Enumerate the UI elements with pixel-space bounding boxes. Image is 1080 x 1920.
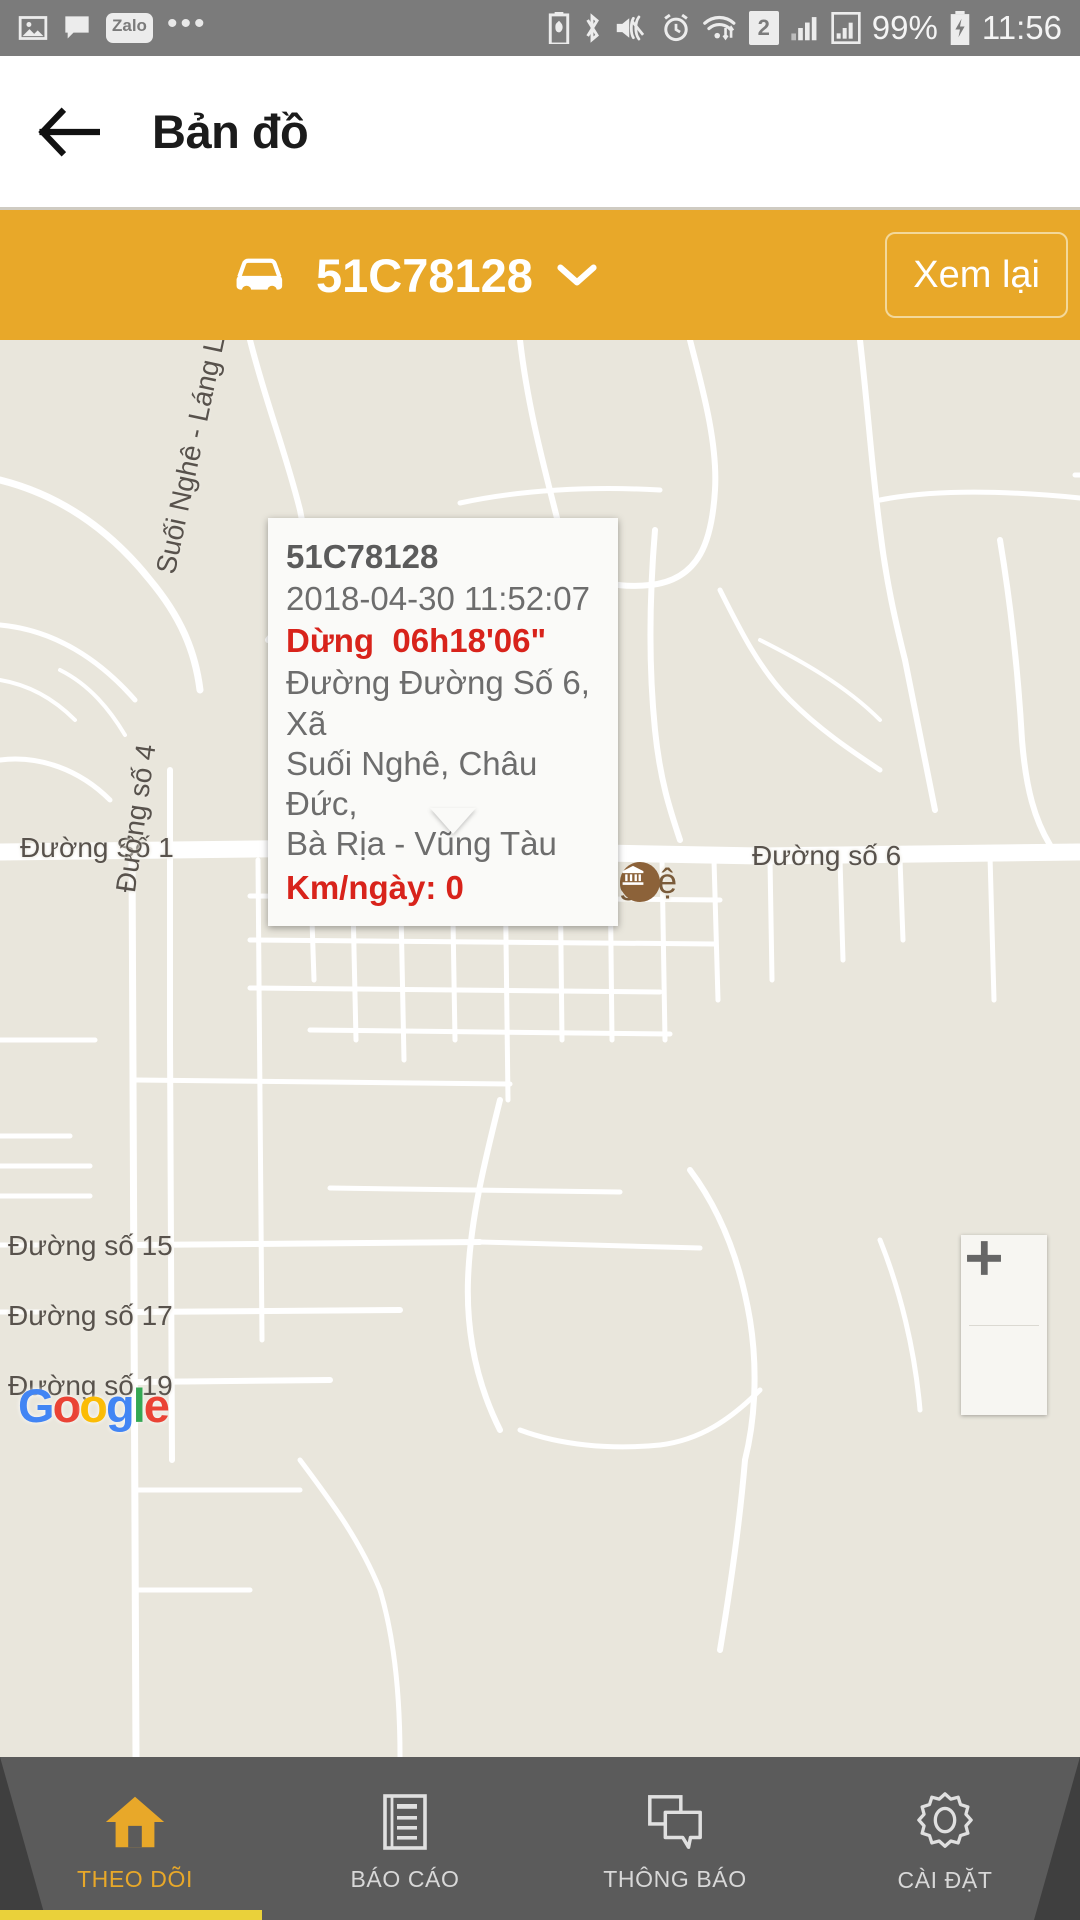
road-label: Đường số 6 bbox=[752, 840, 902, 871]
chevron-down-icon bbox=[557, 264, 597, 286]
road-label: Đường Số 1 bbox=[20, 832, 174, 863]
bluetooth-icon bbox=[581, 12, 603, 44]
status-bar: Zalo ••• 2 99% 11:56 bbox=[0, 0, 1080, 56]
status-bar-right-icons: 2 99% 11:56 bbox=[548, 9, 1062, 47]
popup-tail bbox=[430, 808, 476, 834]
status-bar-left-icons: Zalo ••• bbox=[18, 7, 208, 43]
arrow-left-icon bbox=[38, 107, 100, 156]
nav-label-bao-cao: BÁO CÁO bbox=[350, 1866, 460, 1892]
map-canvas[interactable]: Suối Nghê - Láng Lớn Đường Số 1 Đường số… bbox=[0, 340, 1080, 1757]
google-logo-letter: o bbox=[79, 1379, 108, 1432]
google-logo-letter: o bbox=[52, 1379, 82, 1432]
google-logo-letter: g bbox=[106, 1379, 135, 1432]
road-label: Đường số 17 bbox=[8, 1300, 173, 1331]
vehicle-dropdown[interactable]: 51C78128 bbox=[232, 248, 599, 303]
clock-label: 11:56 bbox=[981, 9, 1062, 46]
vehicle-plate-label: 51C78128 bbox=[316, 248, 533, 302]
nav-item-thong-bao[interactable]: THÔNG BÁO bbox=[540, 1757, 810, 1920]
alarm-icon bbox=[661, 13, 691, 43]
replay-button[interactable]: Xem lại bbox=[885, 232, 1068, 318]
car-icon bbox=[236, 258, 283, 296]
popup-plate: 51C78128 bbox=[286, 538, 439, 575]
popup-status-duration: 06h18'06" bbox=[392, 622, 547, 660]
mute-vibrate-icon bbox=[614, 13, 650, 43]
vehicle-selector-bar: 51C78128 Xem lại bbox=[0, 207, 1080, 340]
page-title: Bản đồ bbox=[152, 105, 309, 158]
popup-address-line-1: Đường Đường Số 6, Xã bbox=[286, 664, 590, 742]
overflow-dots-icon: ••• bbox=[166, 7, 208, 40]
document-icon bbox=[383, 1794, 427, 1850]
battery-saver-icon bbox=[548, 12, 570, 44]
zalo-icon: Zalo bbox=[106, 13, 153, 43]
nav-right-shadow bbox=[1034, 1757, 1080, 1920]
popup-km-per-day: Km/ngày: 0 bbox=[286, 868, 464, 906]
wifi-icon bbox=[702, 13, 738, 43]
signal-1-icon bbox=[790, 13, 820, 43]
nav-item-bao-cao[interactable]: BÁO CÁO bbox=[270, 1757, 540, 1920]
signal-2-icon bbox=[831, 12, 861, 44]
home-icon bbox=[105, 1796, 165, 1848]
message-icon bbox=[62, 14, 92, 42]
nav-label-thong-bao: THÔNG BÁO bbox=[603, 1866, 747, 1892]
google-logo-letter: G bbox=[18, 1379, 55, 1432]
google-logo: Google bbox=[18, 1378, 170, 1433]
minus-icon bbox=[967, 1254, 1001, 1262]
zoom-out-button[interactable] bbox=[961, 1254, 1047, 1416]
nav-left-shadow bbox=[0, 1757, 46, 1920]
image-icon bbox=[18, 14, 48, 42]
bottom-navigation: THEO DÕI BÁO CÁO THÔNG BÁO CÀI ĐẶT bbox=[0, 1757, 1080, 1920]
popup-status-label: Dừng bbox=[286, 622, 375, 660]
map-zoom-controls bbox=[961, 1235, 1047, 1415]
vehicle-info-popup[interactable]: 51C78128 2018-04-30 11:52:07 Dừng 06h18'… bbox=[268, 518, 618, 926]
chat-bubbles-icon bbox=[648, 1795, 702, 1849]
google-logo-letter: l bbox=[132, 1379, 146, 1432]
active-tab-indicator bbox=[0, 1910, 262, 1920]
back-button[interactable] bbox=[38, 106, 146, 158]
government-building-icon bbox=[620, 862, 660, 902]
title-bar: Bản đồ bbox=[0, 56, 1080, 207]
nav-label-theo-doi: THEO DÕI bbox=[77, 1866, 193, 1892]
battery-charging-icon bbox=[949, 11, 971, 45]
gear-icon bbox=[917, 1792, 973, 1848]
battery-percent-label: 99% bbox=[871, 9, 938, 46]
road-label: Đường số 15 bbox=[8, 1230, 173, 1261]
google-logo-letter: e bbox=[143, 1379, 170, 1432]
popup-status: Dừng 06h18'06" bbox=[286, 620, 598, 663]
popup-timestamp: 2018-04-30 11:52:07 bbox=[286, 580, 590, 618]
sim-icon: 2 bbox=[748, 11, 779, 45]
nav-label-cai-dat: CÀI ĐẶT bbox=[897, 1867, 993, 1893]
